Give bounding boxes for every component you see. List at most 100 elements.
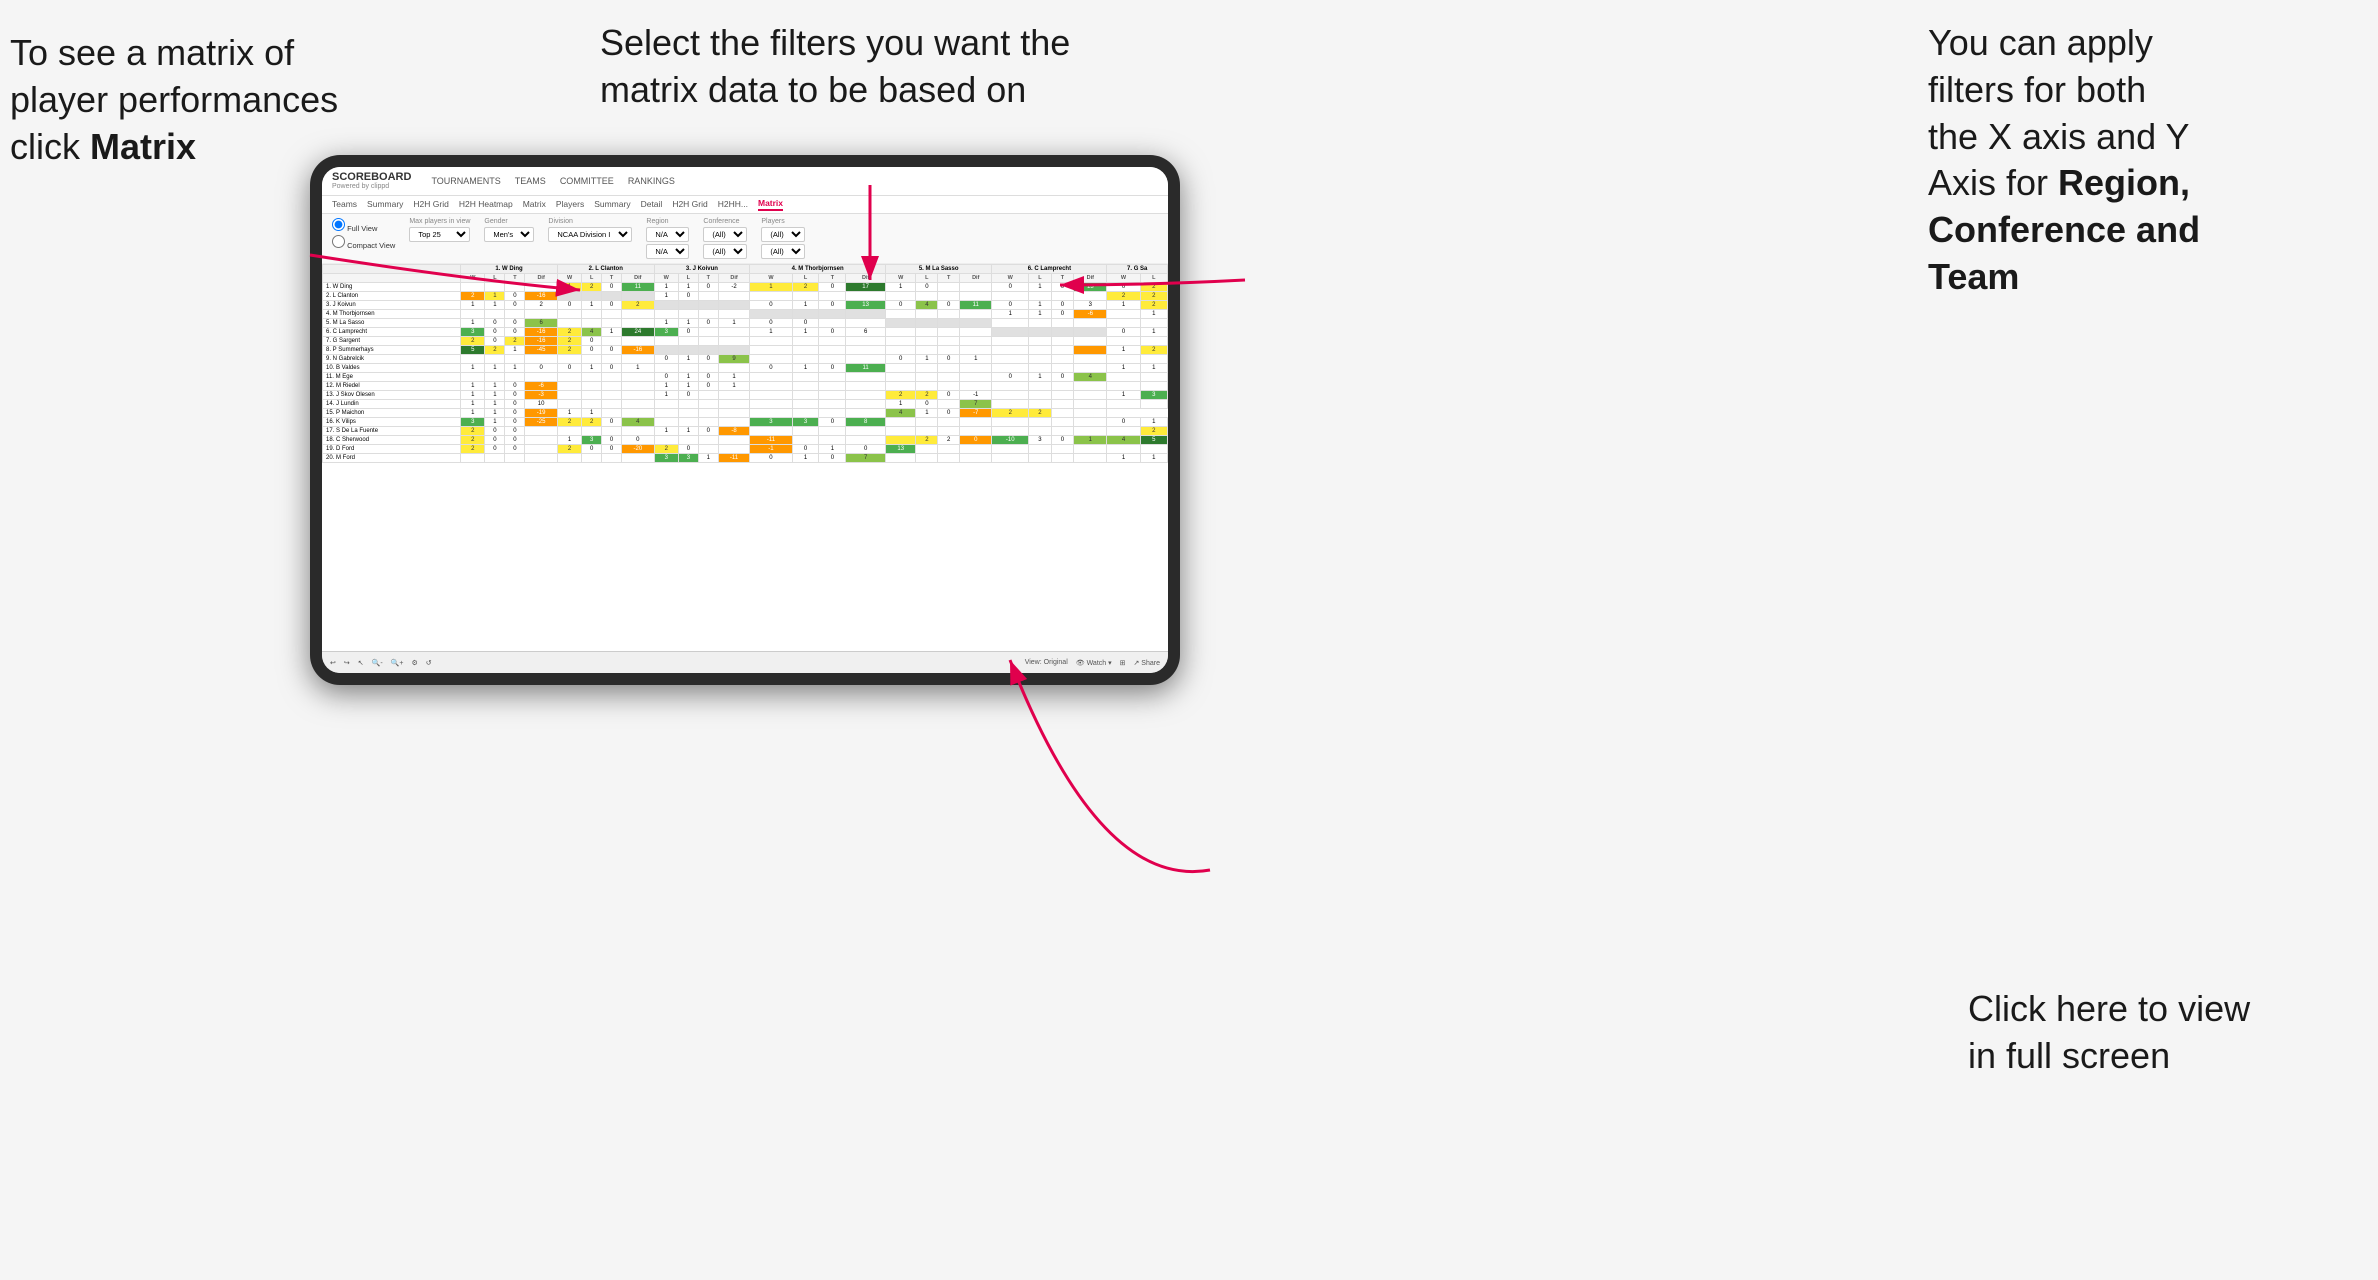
cell: 1 xyxy=(461,399,485,408)
row-label: 3. J Koivun xyxy=(323,300,461,309)
gender-select[interactable]: Men's xyxy=(484,227,534,242)
cell xyxy=(960,417,992,426)
cell xyxy=(885,318,915,327)
division-select[interactable]: NCAA Division I xyxy=(548,227,632,242)
tab-h2h-grid[interactable]: H2H Grid xyxy=(413,199,448,209)
cell: 0 xyxy=(582,336,602,345)
corner-cell xyxy=(323,264,461,273)
cell xyxy=(622,408,655,417)
nav-teams[interactable]: TEAMS xyxy=(515,176,546,186)
cell xyxy=(960,327,992,336)
cell xyxy=(1140,354,1167,363)
region-select-2[interactable]: N/A xyxy=(646,244,689,259)
screen-button[interactable]: ⊞ xyxy=(1120,659,1126,667)
redo-icon[interactable]: ↪ xyxy=(344,659,350,667)
cell: 7 xyxy=(960,399,992,408)
cell: 1 xyxy=(485,390,505,399)
tab-detail[interactable]: Detail xyxy=(641,199,663,209)
cell xyxy=(846,372,886,381)
cell xyxy=(461,309,485,318)
cell xyxy=(718,399,750,408)
cell: 0 xyxy=(1051,300,1074,309)
cell xyxy=(916,345,938,354)
filter-division: Division NCAA Division I xyxy=(548,218,632,242)
cell: 0 xyxy=(557,363,581,372)
cell xyxy=(1074,336,1107,345)
cell: 0 xyxy=(505,408,525,417)
pointer-icon[interactable]: ↖ xyxy=(358,659,364,667)
tab-teams[interactable]: Teams xyxy=(332,199,357,209)
cell xyxy=(992,345,1029,354)
cell xyxy=(582,381,602,390)
tab-summary[interactable]: Summary xyxy=(367,199,403,209)
cell xyxy=(525,426,558,435)
max-players-select[interactable]: Top 25 xyxy=(409,227,470,242)
tab-h2h-h[interactable]: H2HH... xyxy=(718,199,748,209)
cell: 5 xyxy=(461,345,485,354)
cell: 2 xyxy=(1140,291,1167,300)
cell: 3 xyxy=(678,453,698,462)
table-row: 19. D Ford200200-2020-101013 xyxy=(323,444,1168,453)
tab-h2h-grid2[interactable]: H2H Grid xyxy=(672,199,707,209)
cell: 0 xyxy=(505,399,525,408)
settings-icon[interactable]: ⚙ xyxy=(411,659,417,667)
table-row: 17. S De La Fuente200110-82 xyxy=(323,426,1168,435)
players-select-2[interactable]: (All) xyxy=(761,244,805,259)
toolbar-left: ↩ ↪ ↖ 🔍- 🔍+ ⚙ ↺ xyxy=(330,659,432,667)
cell: 2 xyxy=(938,435,960,444)
compact-view-option[interactable]: Compact View xyxy=(332,235,395,250)
refresh-icon[interactable]: ↺ xyxy=(426,659,432,667)
cell: 1 xyxy=(678,381,698,390)
cell: 1 xyxy=(1107,390,1140,399)
cell: -16 xyxy=(525,336,558,345)
cell: 1 xyxy=(654,390,678,399)
zoom-in-icon[interactable]: 🔍+ xyxy=(391,659,404,667)
cell: 2 xyxy=(1107,291,1140,300)
cell: 1 xyxy=(718,318,750,327)
cell: -1 xyxy=(750,444,792,453)
conference-select-2[interactable]: (All) xyxy=(703,244,747,259)
nav-tournaments[interactable]: TOURNAMENTS xyxy=(431,176,500,186)
cell: 1 xyxy=(557,435,581,444)
cell: 0 xyxy=(698,282,718,291)
nav-committee[interactable]: COMMITTEE xyxy=(560,176,614,186)
cell xyxy=(1051,291,1074,300)
cell xyxy=(938,453,960,462)
cell: 2 xyxy=(1140,300,1167,309)
region-select-1[interactable]: N/A xyxy=(646,227,689,242)
tab-summary2[interactable]: Summary xyxy=(594,199,630,209)
cell: 4 xyxy=(885,408,915,417)
undo-icon[interactable]: ↩ xyxy=(330,659,336,667)
players-select-1[interactable]: (All) xyxy=(761,227,805,242)
tab-matrix-active[interactable]: Matrix xyxy=(758,198,783,211)
cell xyxy=(1051,354,1074,363)
tab-matrix-left[interactable]: Matrix xyxy=(523,199,546,209)
cell: 0 xyxy=(916,399,938,408)
conference-select-1[interactable]: (All) xyxy=(703,227,747,242)
full-view-option[interactable]: Full View xyxy=(332,218,395,233)
cell: -3 xyxy=(525,390,558,399)
cell: 2 xyxy=(1029,408,1052,417)
zoom-out-icon[interactable]: 🔍- xyxy=(372,659,383,667)
cell: 1 xyxy=(485,399,505,408)
cell xyxy=(582,309,602,318)
cell xyxy=(505,372,525,381)
cell: 0 xyxy=(750,300,792,309)
cell xyxy=(622,390,655,399)
tab-h2h-heatmap[interactable]: H2H Heatmap xyxy=(459,199,513,209)
nav-rankings[interactable]: RANKINGS xyxy=(628,176,675,186)
cell xyxy=(960,345,992,354)
cell: 2 xyxy=(461,435,485,444)
cell xyxy=(557,318,581,327)
watch-button[interactable]: 👁 Watch ▾ xyxy=(1076,659,1112,667)
cell xyxy=(698,336,718,345)
cell: 0 xyxy=(885,300,915,309)
cell xyxy=(505,309,525,318)
tab-players[interactable]: Players xyxy=(556,199,584,209)
cell: 0 xyxy=(505,426,525,435)
share-button[interactable]: ↗ Share xyxy=(1134,659,1161,667)
cell xyxy=(718,345,750,354)
cell xyxy=(557,354,581,363)
cell: 1 xyxy=(1107,453,1140,462)
cell xyxy=(938,381,960,390)
